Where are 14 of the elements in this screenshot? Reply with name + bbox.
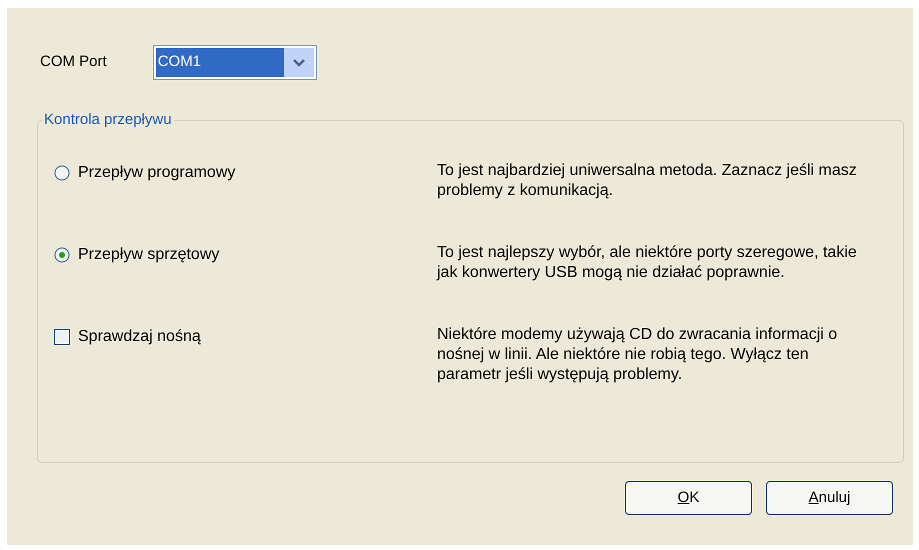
radio-label[interactable]: Przepływ sprzętowy xyxy=(78,243,220,267)
option-description: To jest najlepszy wybór, ale niektóre porty szeregowe, takie jak konwertery USB mogą nie działać poprawnie. xyxy=(437,243,858,283)
option-description: To jest najbardziej uniwersalna metoda. Zaznacz jeśli masz problemy z komunikacją. xyxy=(437,161,858,201)
dialog-button[interactable]: Anuluj xyxy=(766,481,893,515)
radio-label[interactable]: Przepływ programowy xyxy=(78,161,236,185)
option-description: Niektóre modemy używają CD do zwracania informacji o nośnej w linii. Ale niektóre nie robią tego. Wyłącz ten parametr jeśli występują problemy. xyxy=(437,325,838,385)
com-port-dropdown[interactable]: COM1 xyxy=(152,45,317,80)
dialog-button[interactable]: OK xyxy=(625,481,752,515)
group-title: Kontrola przepływu xyxy=(42,110,174,130)
checkbox[interactable] xyxy=(54,329,70,345)
checkbox-label[interactable]: Sprawdzaj nośną xyxy=(78,325,201,349)
radio-button[interactable] xyxy=(54,165,70,181)
com-port-label: COM Port xyxy=(40,52,107,72)
radio-button[interactable] xyxy=(54,247,70,263)
